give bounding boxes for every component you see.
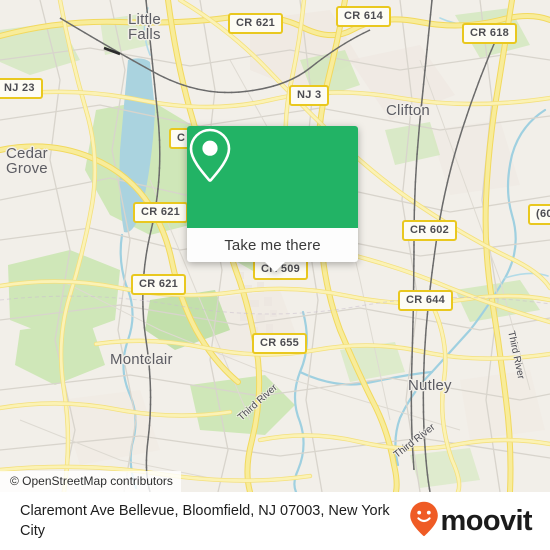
map-canvas[interactable]: .park{fill:#cfe7b8;} .parkdk{fill:#c3e0a… bbox=[0, 0, 550, 492]
highway-shield-nj-23[interactable]: NJ 23 bbox=[0, 78, 43, 99]
highway-shield-cr-621[interactable]: CR 621 bbox=[228, 13, 284, 34]
footer-bar: Claremont Ave Bellevue, Bloomfield, NJ 0… bbox=[0, 492, 550, 550]
take-me-there-label: Take me there bbox=[224, 236, 321, 254]
city-label-nutley: Nutley bbox=[408, 377, 452, 394]
highway-shield-cr-614[interactable]: CR 614 bbox=[336, 6, 392, 27]
take-me-there-button[interactable]: Take me there bbox=[187, 228, 358, 262]
city-label-cedar-grove: Cedar Grove bbox=[6, 145, 48, 177]
osm-attribution[interactable]: © OpenStreetMap contributors bbox=[0, 471, 181, 492]
moovit-logo[interactable]: moovit bbox=[409, 501, 550, 542]
highway-shield-cr-655[interactable]: CR 655 bbox=[252, 333, 308, 354]
city-label-little-falls: Little Falls bbox=[128, 11, 161, 43]
highway-shield-cr-621[interactable]: CR 621 bbox=[133, 202, 189, 223]
highway-shield-cr-602[interactable]: CR 602 bbox=[402, 220, 458, 241]
app-screen: .park{fill:#cfe7b8;} .parkdk{fill:#c3e0a… bbox=[0, 0, 550, 550]
moovit-wordmark: moovit bbox=[440, 504, 533, 537]
card-pointer-tail bbox=[264, 261, 286, 272]
city-label-montclair: Montclair bbox=[110, 351, 173, 368]
city-label-clifton: Clifton bbox=[386, 102, 430, 119]
take-me-there-card[interactable]: Take me there bbox=[187, 126, 358, 272]
moovit-pin-icon bbox=[409, 501, 439, 542]
address-label: Claremont Ave Bellevue, Bloomfield, NJ 0… bbox=[20, 503, 390, 539]
card-header bbox=[187, 126, 358, 228]
highway-shield-cr-621[interactable]: CR 621 bbox=[131, 274, 187, 295]
highway-shield-60-partial[interactable]: (60 bbox=[528, 204, 550, 225]
highway-shield-nj-3[interactable]: NJ 3 bbox=[289, 85, 330, 106]
highway-shield-cr-618[interactable]: CR 618 bbox=[462, 23, 518, 44]
highway-shield-cr-644[interactable]: CR 644 bbox=[398, 290, 454, 311]
